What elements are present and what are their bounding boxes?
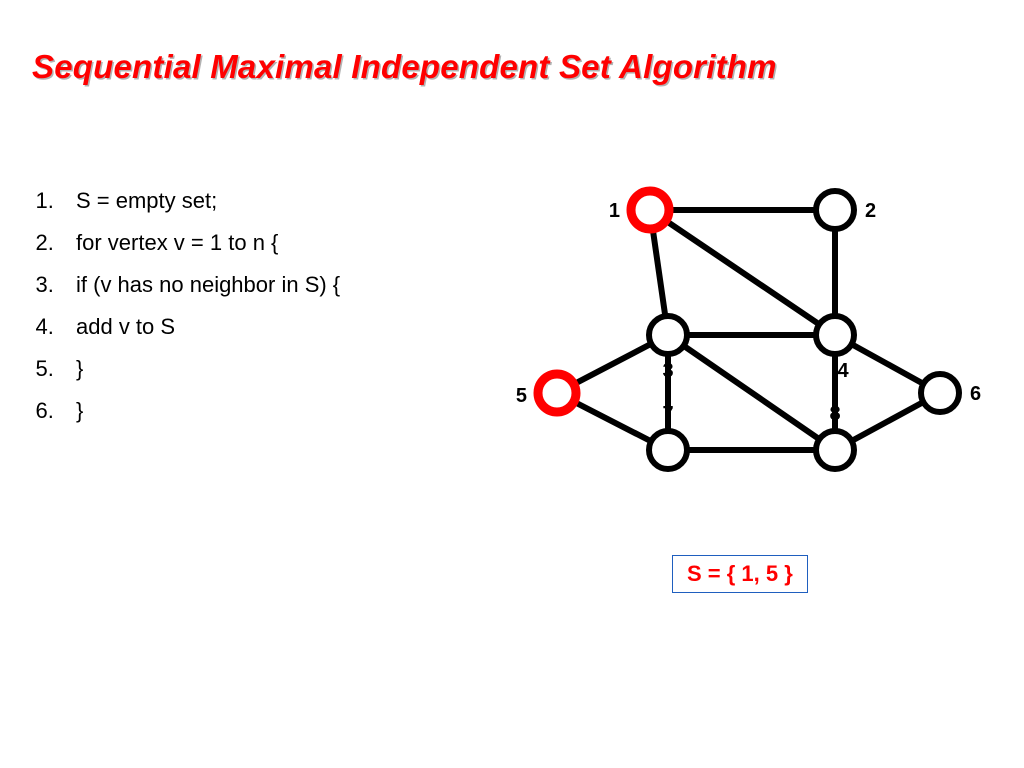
graph-node — [816, 191, 854, 229]
graph-node — [649, 431, 687, 469]
graph-node-label: 7 — [662, 403, 673, 425]
algo-line: } — [60, 390, 472, 432]
graph-node-label: 8 — [829, 403, 840, 425]
graph-node-label: 2 — [865, 200, 876, 222]
graph-node-label: 3 — [662, 360, 673, 382]
graph-node-selected — [631, 191, 669, 229]
graph-node — [816, 316, 854, 354]
slide-title: Sequential Maximal Independent Set Algor… — [32, 48, 777, 86]
graph-node-selected — [538, 374, 576, 412]
graph-node-label: 5 — [516, 385, 527, 407]
graph-edge — [668, 335, 835, 450]
graph-node — [649, 316, 687, 354]
graph-diagram: 1 2 3 4 5 6 7 8 — [500, 155, 1000, 505]
algo-line: } — [60, 348, 472, 390]
graph-node-label: 6 — [970, 383, 981, 405]
algo-line: add v to S — [60, 306, 472, 348]
graph-node-label: 1 — [609, 200, 620, 222]
algorithm-ol: S = empty set; for vertex v = 1 to n { i… — [32, 180, 472, 432]
algo-line: if (v has no neighbor in S) { — [60, 264, 472, 306]
algo-line: S = empty set; — [60, 180, 472, 222]
graph-node — [921, 374, 959, 412]
slide: Sequential Maximal Independent Set Algor… — [0, 0, 1024, 768]
graph-node — [816, 431, 854, 469]
algorithm-listing: S = empty set; for vertex v = 1 to n { i… — [32, 180, 472, 432]
algo-line: for vertex v = 1 to n { — [60, 222, 472, 264]
result-set-box: S = { 1, 5 } — [672, 555, 808, 593]
graph-node-label: 4 — [837, 360, 849, 382]
